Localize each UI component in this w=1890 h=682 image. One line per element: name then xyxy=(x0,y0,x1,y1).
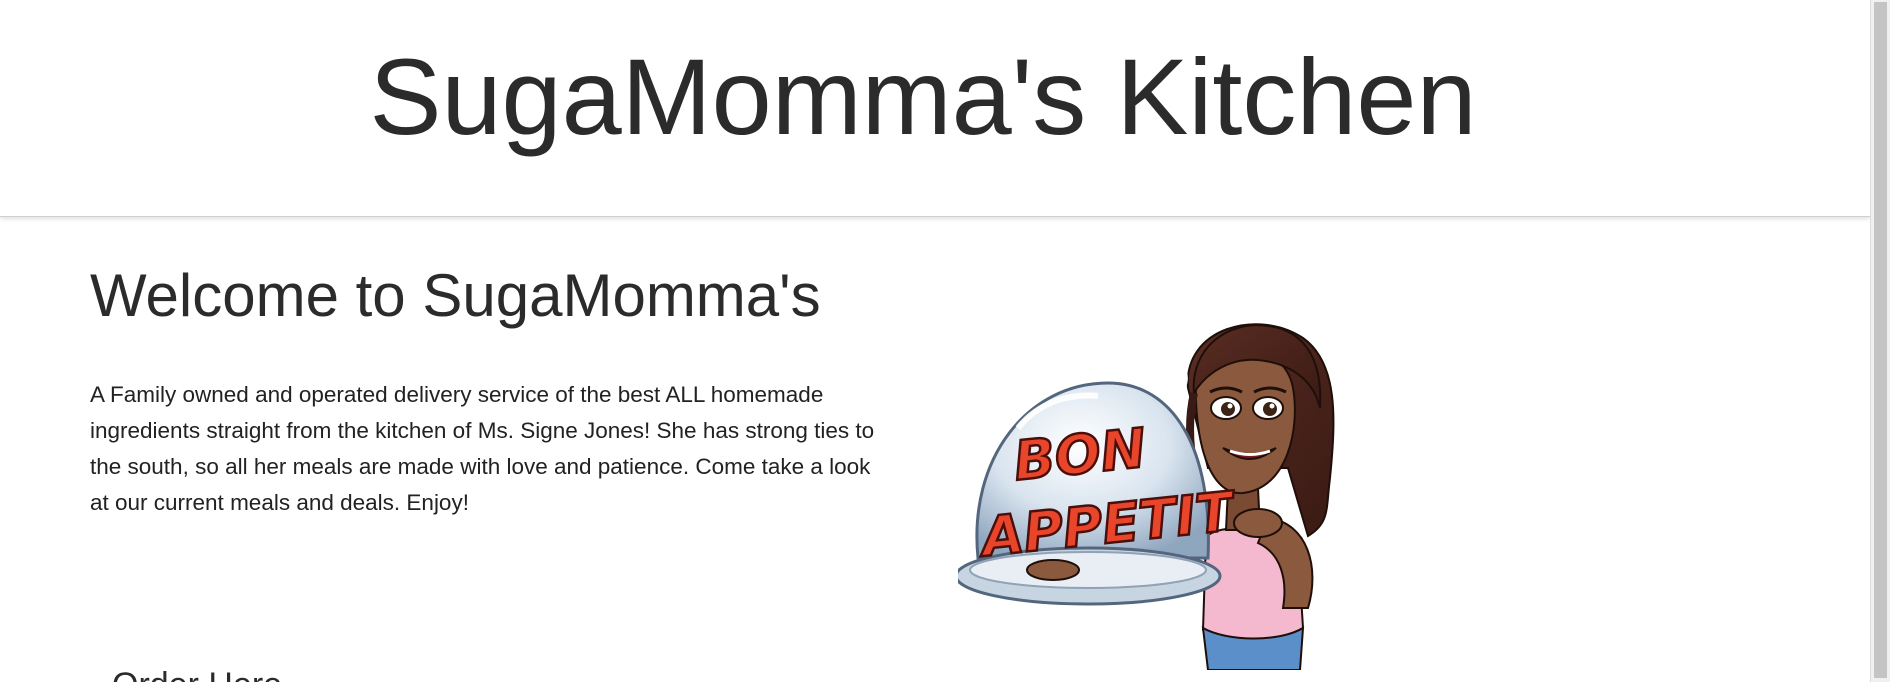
site-title: SugaMomma's Kitchen xyxy=(369,36,1477,157)
site-header: SugaMomma's Kitchen xyxy=(0,0,1870,217)
vertical-scrollbar[interactable] xyxy=(1870,0,1890,682)
scrollbar-thumb[interactable] xyxy=(1874,2,1887,678)
order-heading: Order Here xyxy=(112,665,282,682)
page: SugaMomma's Kitchen Welcome to SugaMomma… xyxy=(0,0,1870,682)
bon-appetit-mascot-image: BON APPETIT xyxy=(954,308,1348,671)
welcome-heading: Welcome to SugaMomma's xyxy=(90,262,821,329)
mascot-illustration: BON APPETIT xyxy=(954,323,1335,671)
intro-paragraph: A Family owned and operated delivery ser… xyxy=(90,382,875,515)
